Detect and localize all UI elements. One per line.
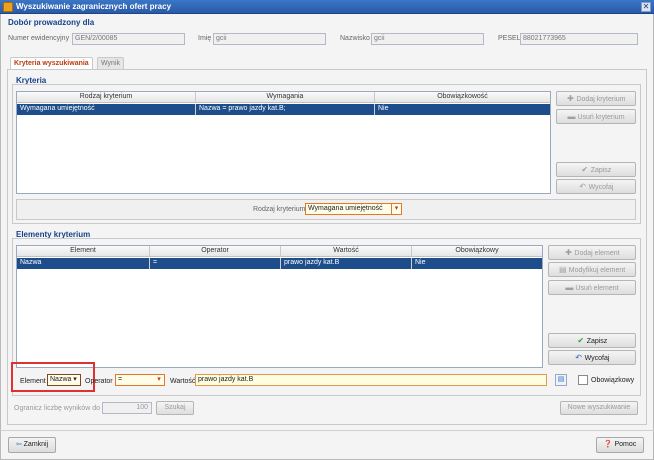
help-button-label: Pomoc	[614, 441, 637, 448]
value-input[interactable]: prawo jazdy kat.B	[195, 374, 547, 386]
mandatory-checkbox[interactable]	[578, 375, 588, 385]
highlight-box	[11, 362, 95, 392]
criteria-col-mandatory[interactable]: Obowiązkowość	[375, 92, 550, 103]
help-button[interactable]: ❓ Pomoc	[596, 437, 644, 453]
lastname-label: Nazwisko	[340, 35, 370, 42]
table-row[interactable]: Nazwa = prawo jazdy kat.B Nie	[17, 258, 542, 269]
criteria-grid-header: Rodzaj kryterium Wymagania Obowiązkowość	[17, 92, 550, 103]
elements-grid-header: Element Operator Wartość Obowiązkowy	[17, 246, 542, 257]
table-row[interactable]: Wymagana umiejętność Nazwa = prawo jazdy…	[17, 104, 550, 115]
operator-value: =	[118, 376, 123, 383]
elements-cell-element: Nazwa	[17, 258, 150, 269]
elements-undo-label: Wycofaj	[584, 355, 610, 362]
close-button[interactable]: ⇦ Zamknij	[8, 437, 56, 453]
criteria-type-label: Rodzaj kryterium	[253, 206, 306, 213]
criteria-grid[interactable]: Rodzaj kryterium Wymagania Obowiązkowość…	[16, 91, 551, 194]
edit-icon: ▤	[559, 265, 567, 274]
mandatory-label: Obowiązkowy	[591, 377, 635, 384]
modify-element-button[interactable]: ▤ Modyfikuj element	[548, 262, 636, 277]
lastname-field: gcii	[371, 33, 484, 45]
new-search-button[interactable]: Nowe wyszukiwanie	[560, 401, 638, 415]
criteria-type-value: Wymagana umiejętność	[308, 205, 383, 212]
operator-label: Operator	[85, 378, 113, 385]
elements-grid[interactable]: Element Operator Wartość Obowiązkowy Naz…	[16, 245, 543, 368]
modify-element-label: Modyfikuj element	[568, 267, 626, 274]
remove-criterion-button[interactable]: ▬ Usuń kryterium	[556, 109, 636, 124]
criteria-save-button[interactable]: ✔ Zapisz	[556, 162, 636, 177]
remove-element-button[interactable]: ▬ Usuń element	[548, 280, 636, 295]
criteria-undo-label: Wycofaj	[588, 184, 614, 191]
check-icon: ✔	[581, 165, 589, 174]
criteria-cell-mandatory: Nie	[378, 105, 389, 112]
check-icon: ✔	[577, 336, 585, 345]
undo-icon: ↶	[575, 353, 582, 362]
criteria-col-requirements[interactable]: Wymagania	[196, 92, 375, 103]
tab-search-criteria[interactable]: Kryteria wyszukiwania	[10, 57, 93, 69]
close-button-label: Zamknij	[23, 441, 49, 448]
elements-col-mandatory[interactable]: Obowiązkowy	[412, 246, 542, 257]
criteria-cell-type: Wymagana umiejętność	[17, 104, 196, 115]
minus-icon: ▬	[565, 283, 574, 292]
employee-section-title: Dobór prowadzony dla	[8, 18, 95, 27]
firstname-field: gcii	[213, 33, 326, 45]
elements-col-value[interactable]: Wartość	[281, 246, 412, 257]
minus-icon: ▬	[567, 112, 576, 121]
elements-save-label: Zapisz	[586, 338, 608, 345]
undo-icon: ↶	[579, 182, 586, 191]
limit-label: Ogranicz liczbę wyników do	[14, 405, 100, 412]
add-criterion-button[interactable]: ✚ Dodaj kryterium	[556, 91, 636, 106]
elements-cell-mandatory: Nie	[415, 259, 426, 266]
elements-save-button[interactable]: ✔ Zapisz	[548, 333, 636, 348]
help-icon: ❓	[603, 441, 613, 448]
elements-cell-operator: =	[150, 258, 281, 269]
operator-select[interactable]: = ▾	[115, 374, 165, 386]
value-label: Wartość	[170, 378, 196, 385]
exit-icon: ⇦	[15, 441, 22, 448]
remove-element-label: Usuń element	[575, 285, 619, 292]
elements-col-element[interactable]: Element	[17, 246, 150, 257]
elements-cell-value: prawo jazdy kat.B	[281, 258, 412, 269]
remove-criterion-label: Usuń kryterium	[577, 114, 625, 121]
firstname-label: Imię	[198, 35, 212, 42]
plus-icon: ✚	[567, 94, 574, 103]
criteria-type-select[interactable]: Wymagana umiejętność ▾	[305, 203, 402, 215]
tab-results[interactable]: Wynik	[97, 57, 124, 69]
criteria-cell-requirements: Nazwa = prawo jazdy kat.B;	[196, 104, 375, 115]
search-button[interactable]: Szukaj	[156, 401, 194, 415]
footer-divider	[0, 430, 654, 431]
close-icon[interactable]: ✕	[641, 2, 651, 12]
app-icon	[3, 2, 13, 12]
title-bar: Wyszukiwanie zagranicznych ofert pracy ✕	[0, 0, 654, 14]
criteria-save-label: Zapisz	[590, 167, 612, 174]
chevron-down-icon[interactable]: ▾	[154, 375, 164, 385]
limit-input[interactable]: 100	[102, 402, 152, 414]
elements-undo-button[interactable]: ↶ Wycofaj	[548, 350, 636, 365]
chevron-down-icon[interactable]: ▾	[391, 204, 401, 214]
evidence-label: Numer ewidencyjny	[8, 35, 70, 42]
add-element-button[interactable]: ✚ Dodaj element	[548, 245, 636, 260]
pesel-field: 88021773965	[520, 33, 638, 45]
add-element-label: Dodaj element	[574, 250, 620, 257]
window-title: Wyszukiwanie zagranicznych ofert pracy	[16, 2, 172, 11]
evidence-field: GEN/2/00085	[72, 33, 185, 45]
add-criterion-label: Dodaj kryterium	[576, 96, 626, 103]
document-icon[interactable]: ▤	[555, 374, 567, 386]
elements-col-operator[interactable]: Operator	[150, 246, 281, 257]
pesel-label: PESEL	[498, 35, 521, 42]
criteria-col-type[interactable]: Rodzaj kryterium	[17, 92, 196, 103]
criteria-undo-button[interactable]: ↶ Wycofaj	[556, 179, 636, 194]
plus-icon: ✚	[565, 248, 572, 257]
